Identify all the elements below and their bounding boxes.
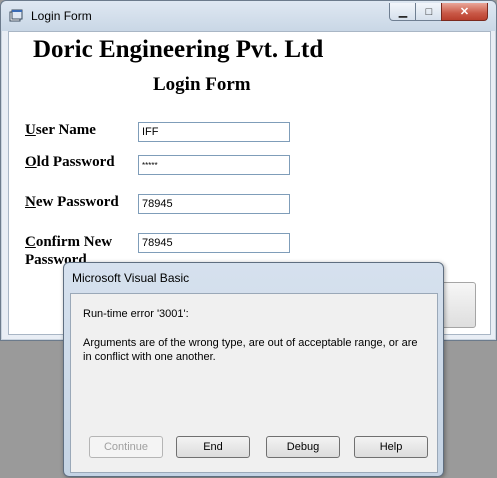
new-password-input[interactable]: 78945 [138,194,290,214]
minimize-button[interactable]: ▁ [389,3,417,21]
old-password-input[interactable]: ***** [138,155,290,175]
dialog-title: Microsoft Visual Basic [72,271,190,285]
debug-button[interactable]: Debug [266,436,340,458]
user-name-label: User Name [25,122,96,138]
user-name-input[interactable]: IFF [138,122,290,142]
error-code: Run-time error '3001': [83,308,189,320]
maximize-button[interactable]: □ [415,3,443,21]
error-message: Arguments are of the wrong type, are out… [83,337,418,363]
confirm-password-input[interactable]: 78945 [138,233,290,253]
form-title: Login Form [153,74,251,95]
help-button[interactable]: Help [354,436,428,458]
window-title: Login Form [31,9,92,23]
maximize-icon: □ [425,5,433,18]
company-name: Doric Engineering Pvt. Ltd [33,36,324,63]
error-dialog: Microsoft Visual Basic Run-time error '3… [63,262,444,477]
old-password-label: Old Password [25,154,115,170]
close-icon: ✕ [459,6,470,18]
app-form-icon [9,9,23,22]
new-password-label: New Password [25,194,119,210]
end-button[interactable]: End [176,436,250,458]
dialog-client: Run-time error '3001': Arguments are of … [70,293,438,473]
close-button[interactable]: ✕ [441,3,488,21]
title-bar[interactable]: Login Form ▁ □ ✕ [1,1,496,31]
minimize-icon: ▁ [398,6,408,18]
continue-button: Continue [89,436,163,458]
